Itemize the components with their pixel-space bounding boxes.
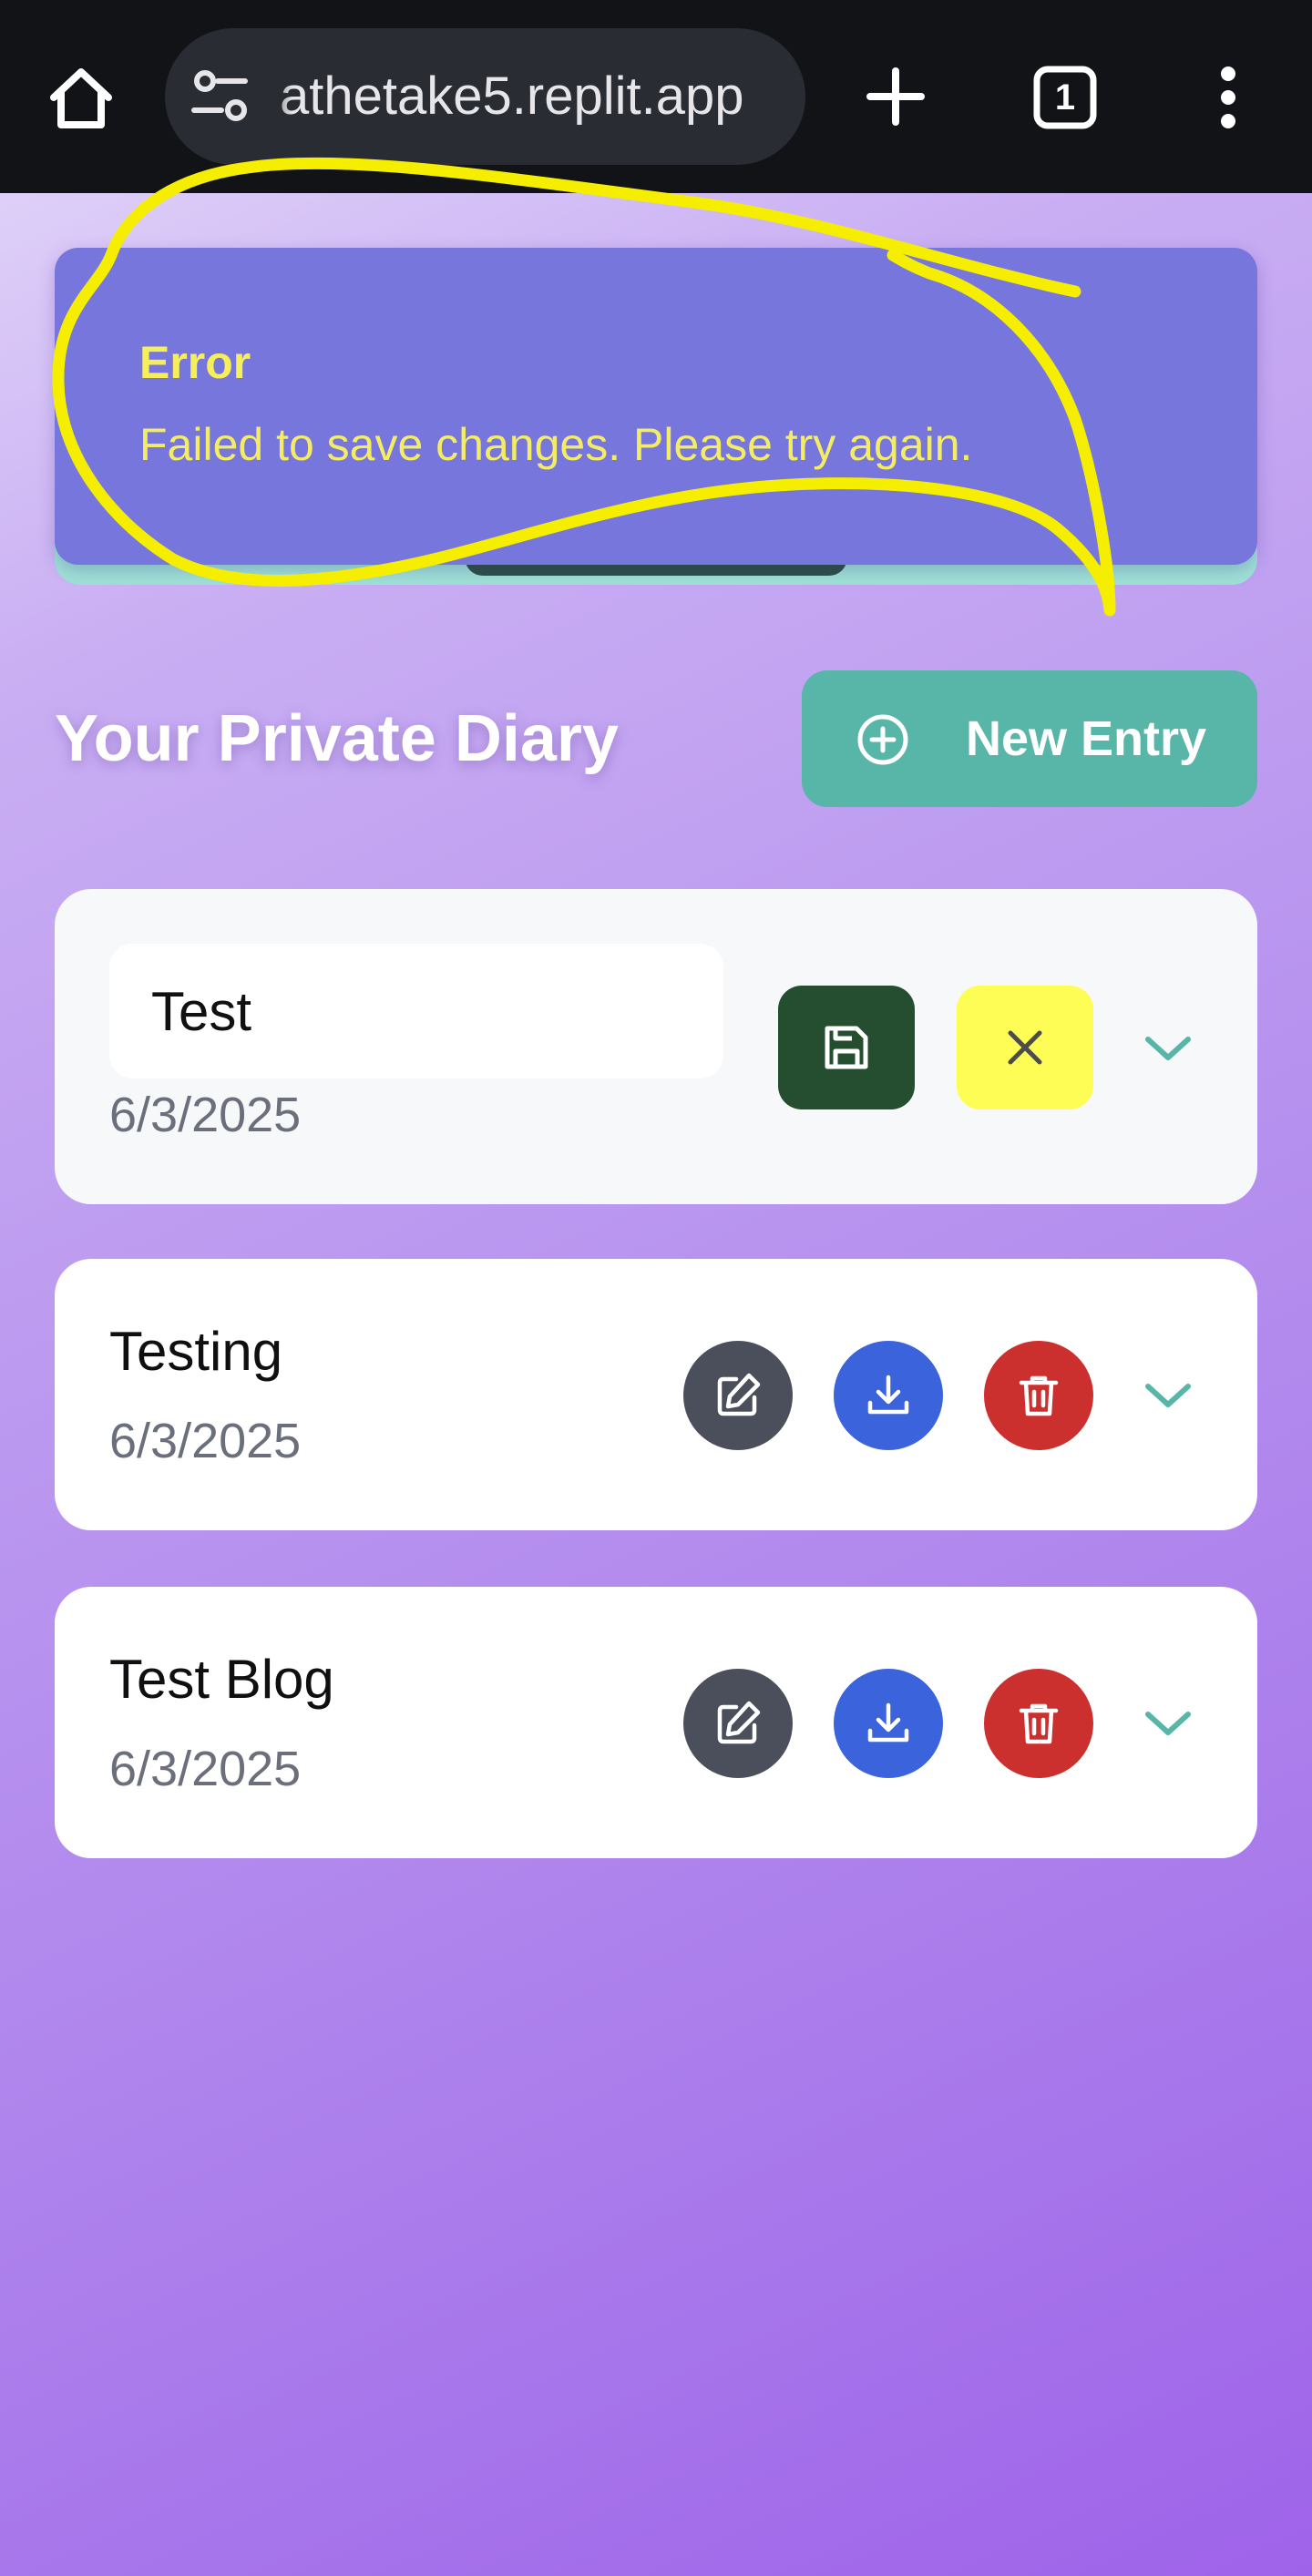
new-entry-button[interactable]: New Entry — [802, 670, 1257, 807]
download-icon — [867, 1702, 909, 1743]
diary-entry-card[interactable]: Testing 6/3/2025 — [55, 1259, 1257, 1530]
toast-message: Failed to save changes. Please try again… — [139, 419, 973, 470]
tab-switcher-button[interactable]: 1 — [1026, 56, 1104, 138]
chevron-down-icon[interactable] — [1141, 1377, 1195, 1414]
chevron-down-icon[interactable] — [1141, 1030, 1195, 1067]
entry-title: Test Blog — [109, 1649, 334, 1710]
entry-title-input[interactable] — [109, 944, 723, 1078]
new-entry-label: New Entry — [966, 711, 1207, 766]
error-toast[interactable]: Error Failed to save changes. Please try… — [55, 248, 1257, 565]
delete-button[interactable] — [984, 1669, 1093, 1778]
address-bar[interactable]: athetake5.replit.app — [165, 28, 805, 165]
cancel-edit-button[interactable] — [957, 986, 1093, 1109]
edit-icon — [717, 1701, 761, 1744]
edit-button[interactable] — [683, 1341, 793, 1450]
plus-icon — [866, 67, 925, 126]
save-icon — [825, 1026, 868, 1069]
download-icon — [867, 1375, 909, 1415]
diary-entry-card[interactable]: Test Blog 6/3/2025 — [55, 1587, 1257, 1858]
trash-icon — [1019, 1375, 1059, 1416]
tab-count: 1 — [1054, 77, 1076, 118]
close-icon — [1008, 1030, 1042, 1065]
entry-date: 6/3/2025 — [109, 1742, 302, 1796]
plus-circle-icon — [857, 714, 908, 765]
edit-button[interactable] — [683, 1669, 793, 1778]
download-button[interactable] — [834, 1669, 943, 1778]
site-settings-icon[interactable] — [189, 66, 252, 127]
entry-title: Testing — [109, 1321, 283, 1382]
delete-button[interactable] — [984, 1341, 1093, 1450]
trash-icon — [1019, 1703, 1059, 1744]
edit-icon — [717, 1373, 761, 1416]
chevron-down-icon[interactable] — [1141, 1705, 1195, 1742]
save-button[interactable] — [778, 986, 915, 1109]
browser-menu-button[interactable] — [1201, 56, 1256, 138]
home-icon — [50, 68, 112, 128]
url-fade — [256, 28, 292, 165]
home-button[interactable] — [40, 60, 122, 137]
url-text[interactable]: athetake5.replit.app — [280, 65, 790, 128]
diary-entry-card: 6/3/2025 — [55, 889, 1257, 1204]
page-title: Your Private Diary — [55, 702, 619, 775]
entry-date: 6/3/2025 — [109, 1414, 302, 1468]
more-vert-icon — [1221, 66, 1235, 128]
entry-date: 6/3/2025 — [109, 1088, 302, 1142]
toast-title: Error — [139, 337, 251, 388]
browser-toolbar: athetake5.replit.app 1 — [0, 0, 1312, 193]
download-button[interactable] — [834, 1341, 943, 1450]
new-tab-button[interactable] — [856, 53, 935, 140]
